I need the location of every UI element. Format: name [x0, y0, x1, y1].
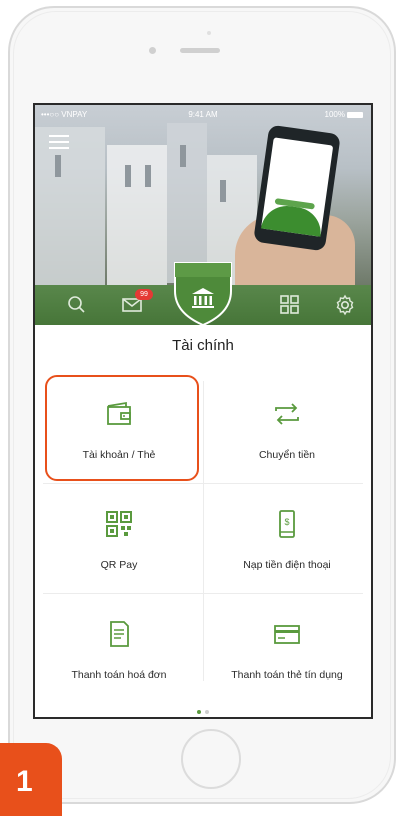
qr-code-icon — [106, 511, 132, 537]
step-number: 1 — [16, 765, 33, 798]
front-camera — [149, 47, 156, 54]
page-dot-active[interactable] — [197, 710, 201, 714]
svg-text:$: $ — [284, 517, 289, 527]
credit-card-icon — [274, 625, 300, 644]
tile-phone-topup[interactable]: $ Nạp tiền điện thoại — [203, 491, 371, 593]
hero-phone-swoosh — [261, 202, 325, 237]
hero-building — [107, 145, 167, 285]
highlight-ring — [45, 375, 199, 481]
mail-icon[interactable]: 99 — [121, 289, 153, 317]
bank-icon — [192, 288, 214, 308]
tile-transfer[interactable]: Chuyển tiền — [203, 381, 371, 483]
tile-label: QR Pay — [100, 559, 138, 571]
battery-icon — [347, 111, 363, 118]
bill-icon — [110, 621, 129, 647]
status-bar: •••○○ VNPAY 9:41 AM 100% — [35, 105, 371, 123]
hero-building — [167, 123, 207, 283]
page-indicator — [35, 701, 371, 717]
battery-label: 100% — [324, 110, 345, 119]
search-icon[interactable] — [65, 293, 89, 317]
hero-window — [55, 155, 61, 177]
sensor-dot — [207, 31, 211, 35]
home-button[interactable] — [181, 729, 241, 789]
tile-label: Thanh toán thẻ tín dụng — [231, 669, 343, 681]
grid-divider — [43, 483, 363, 484]
phone-topup-icon: $ — [279, 510, 295, 538]
step-badge: 1 — [0, 743, 62, 816]
page-dot[interactable] — [205, 710, 209, 714]
hero-window — [220, 180, 226, 202]
gear-icon[interactable] — [333, 293, 357, 317]
hamburger-menu-icon[interactable] — [49, 135, 71, 151]
hero-window — [125, 165, 131, 187]
tile-bill-payment[interactable]: Thanh toán hoá đơn — [35, 601, 203, 703]
tile-label: Chuyển tiền — [258, 449, 316, 461]
tile-credit-card-payment[interactable]: Thanh toán thẻ tín dụng — [203, 601, 371, 703]
tile-label: Thanh toán hoá đơn — [71, 669, 167, 681]
grid-divider — [43, 593, 363, 594]
hero-phone-screen — [261, 137, 334, 237]
hero-banner: •••○○ VNPAY 9:41 AM 100% — [35, 105, 371, 285]
finance-tab[interactable] — [171, 261, 235, 327]
app-screen: •••○○ VNPAY 9:41 AM 100% 99 Tài chính Tà… — [33, 103, 373, 719]
grid-icon[interactable] — [278, 293, 302, 317]
hero-window — [180, 145, 186, 167]
earpiece-speaker — [180, 48, 220, 53]
transfer-icon — [275, 403, 299, 425]
tile-label: Nạp tiền điện thoại — [243, 559, 331, 571]
hero-window — [145, 165, 151, 187]
tile-qr-pay[interactable]: QR Pay — [35, 491, 203, 593]
section-title: Tài chính — [172, 337, 234, 354]
battery-indicator: 100% — [325, 110, 363, 119]
clock: 9:41 AM — [188, 110, 218, 119]
unread-badge: 99 — [135, 289, 153, 300]
